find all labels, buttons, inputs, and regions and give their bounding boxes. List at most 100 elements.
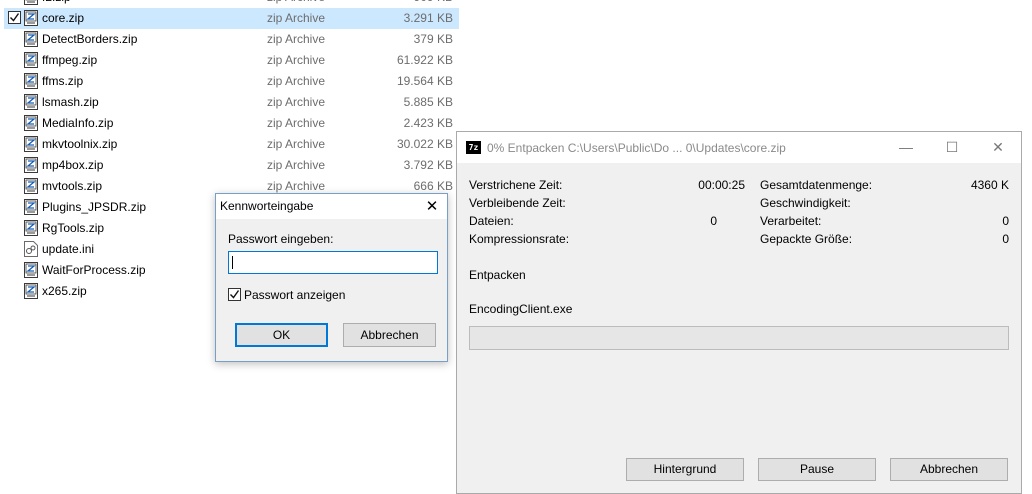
packed-size-label: Gepackte Größe: [760, 232, 853, 246]
file-size: 909 KB [414, 0, 453, 4]
compression-ratio-label: Kompressionsrate: [469, 232, 570, 246]
file-row[interactable]: ffms.zip zip Archive 19.564 KB [4, 71, 459, 92]
zip-file-icon [24, 31, 38, 47]
file-row[interactable]: lsmash.zip zip Archive 5.885 KB [4, 92, 459, 113]
maximize-icon: ☐ [945, 139, 959, 155]
remaining-time-label: Verbleibende Zeit: [469, 196, 566, 210]
zip-file-icon [24, 52, 38, 68]
cancel-button[interactable]: Abbrechen [343, 323, 436, 347]
close-icon: ✕ [425, 198, 439, 215]
progress-window-title: 0% Entpacken C:\Users\Public\Do ... 0\Up… [487, 141, 786, 155]
total-size-value: 4360 K [970, 178, 1009, 192]
file-type: zip Archive [267, 95, 326, 109]
file-size: 61.922 KB [396, 53, 453, 67]
file-type: zip Archive [267, 179, 326, 193]
file-size: 3.792 KB [403, 158, 453, 172]
processed-value: 0 [1002, 214, 1009, 228]
file-row[interactable]: MediaInfo.zip zip Archive 2.423 KB [4, 113, 459, 134]
file-name: DetectBorders.zip [42, 32, 138, 46]
maximize-button[interactable]: ☐ [929, 132, 975, 163]
file-row[interactable]: f2.zip zip Archive 909 KB [4, 0, 459, 8]
extract-progress-bar [469, 326, 1009, 350]
pause-button[interactable]: Pause [758, 458, 876, 481]
zip-file-icon [24, 136, 38, 152]
file-size: 666 KB [413, 179, 453, 193]
show-password-label[interactable]: Passwort anzeigen [244, 288, 345, 302]
file-name: f2.zip [42, 0, 71, 4]
cancel-extract-button[interactable]: Abbrechen [890, 458, 1008, 481]
speed-label: Geschwindigkeit: [760, 196, 851, 210]
file-size: 5.885 KB [403, 95, 453, 109]
zip-file-icon [24, 157, 38, 173]
zip-file-icon [24, 199, 38, 215]
7zip-app-icon: 7z [466, 141, 481, 154]
file-row[interactable]: ffmpeg.zip zip Archive 61.922 KB [4, 50, 459, 71]
password-prompt-label: Passwort eingeben: [228, 232, 334, 246]
zip-file-icon [24, 115, 38, 131]
total-size-label: Gesamtdatenmenge: [760, 178, 873, 192]
elapsed-time-value: 00:00:25 [698, 178, 745, 192]
show-password-checkbox[interactable] [228, 288, 241, 301]
file-name: WaitForProcess.zip [42, 263, 146, 277]
file-name: update.ini [42, 242, 95, 256]
file-name: mkvtoolnix.zip [42, 137, 118, 151]
elapsed-time-label: Verstrichene Zeit: [469, 178, 563, 192]
file-name: mp4box.zip [42, 158, 104, 172]
file-name: ffms.zip [42, 74, 84, 88]
password-dialog-title: Kennworteingabe [220, 199, 314, 213]
file-type: zip Archive [267, 74, 326, 88]
file-name: ffmpeg.zip [42, 53, 98, 67]
file-type: zip Archive [267, 32, 326, 46]
extract-progress-window: 7z 0% Entpacken C:\Users\Public\Do ... 0… [456, 131, 1022, 494]
processed-label: Verarbeitet: [760, 214, 822, 228]
operation-label: Entpacken [469, 268, 526, 282]
zip-file-icon [24, 283, 38, 299]
file-size: 2.423 KB [403, 116, 453, 130]
minimize-icon: — [899, 139, 913, 155]
ini-file-icon [24, 241, 38, 257]
row-checkbox[interactable] [8, 11, 21, 24]
file-name: core.zip [42, 11, 85, 25]
files-label: Dateien: [469, 214, 514, 228]
text-caret [232, 256, 233, 269]
file-name: mvtools.zip [42, 179, 103, 193]
file-row[interactable]: mkvtoolnix.zip zip Archive 30.022 KB [4, 134, 459, 155]
file-name: lsmash.zip [42, 95, 99, 109]
ok-button[interactable]: OK [235, 323, 328, 347]
file-row[interactable]: DetectBorders.zip zip Archive 379 KB [4, 29, 459, 50]
file-type: zip Archive [267, 116, 326, 130]
zip-file-icon [24, 220, 38, 236]
files-value: 0 [710, 214, 717, 228]
close-icon: ✕ [992, 139, 1004, 155]
file-size: 30.022 KB [396, 137, 453, 151]
file-row[interactable]: mp4box.zip zip Archive 3.792 KB [4, 155, 459, 176]
file-type: zip Archive [267, 53, 326, 67]
password-dialog-titlebar[interactable]: Kennworteingabe ✕ [216, 194, 447, 219]
file-name: RgTools.zip [42, 221, 105, 235]
zip-file-icon [24, 94, 38, 110]
progress-window-titlebar[interactable]: 7z 0% Entpacken C:\Users\Public\Do ... 0… [457, 132, 1021, 163]
packed-size-value: 0 [1002, 232, 1009, 246]
file-size: 19.564 KB [396, 74, 453, 88]
zip-file-icon [24, 73, 38, 89]
file-name: x265.zip [42, 284, 87, 298]
password-dialog-close-button[interactable]: ✕ [417, 194, 447, 219]
zip-file-icon [24, 262, 38, 278]
file-size: 3.291 KB [403, 11, 453, 25]
close-button[interactable]: ✕ [975, 132, 1021, 163]
password-input[interactable] [228, 251, 438, 274]
zip-file-icon [24, 178, 38, 194]
background-button[interactable]: Hintergrund [626, 458, 744, 481]
current-file-label: EncodingClient.exe [469, 302, 573, 316]
file-type: zip Archive [267, 0, 325, 4]
password-dialog: Kennworteingabe ✕ Passwort eingeben: Pas… [215, 193, 448, 362]
file-type: zip Archive [267, 137, 326, 151]
zip-file-icon [24, 10, 38, 26]
file-name: Plugins_JPSDR.zip [42, 200, 147, 214]
minimize-button[interactable]: — [883, 132, 929, 163]
zip-file-icon [24, 0, 38, 5]
file-row[interactable]: core.zip zip Archive 3.291 KB [4, 8, 459, 29]
file-type: zip Archive [267, 158, 326, 172]
file-name: MediaInfo.zip [42, 116, 114, 130]
file-type: zip Archive [267, 11, 326, 25]
